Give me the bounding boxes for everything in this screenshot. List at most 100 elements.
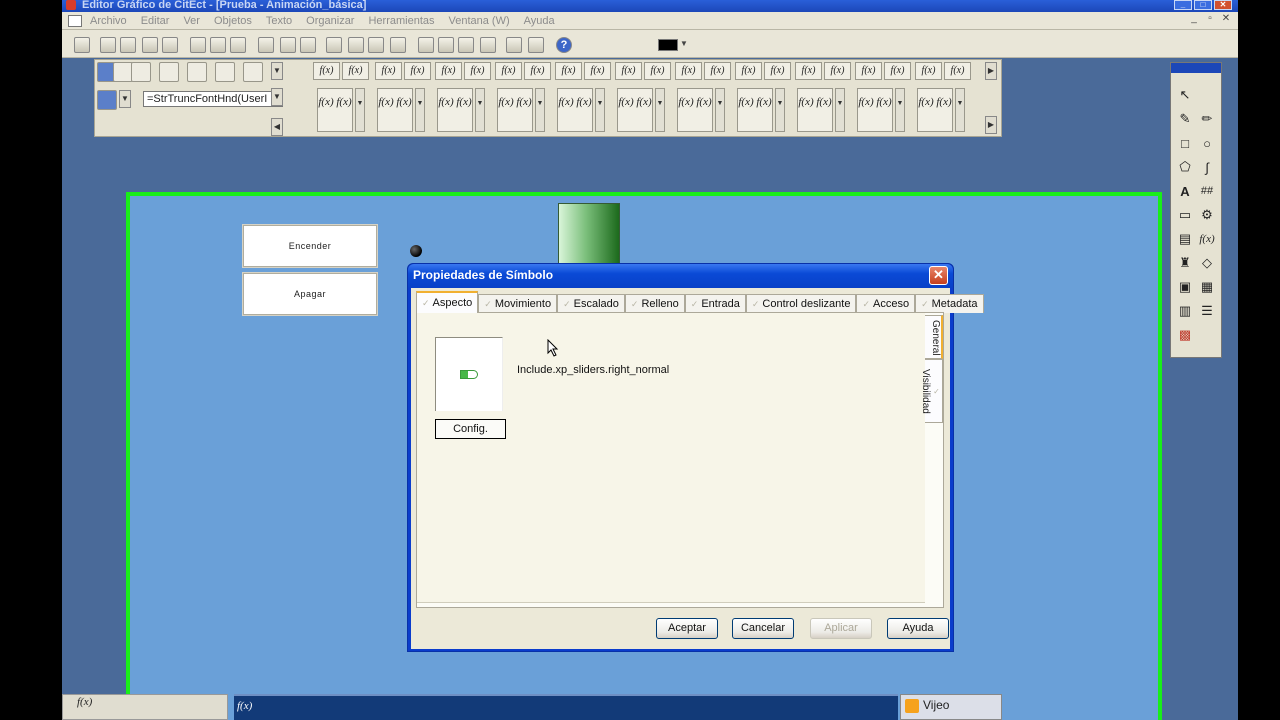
group-icon[interactable]	[418, 37, 434, 53]
tab-movimiento[interactable]: ✓ Movimiento	[478, 294, 558, 313]
image-icon[interactable]: ▦	[1196, 275, 1218, 299]
fx-group-1[interactable]: f(x) f(x)	[313, 62, 369, 80]
nav-dropdown-icon[interactable]	[113, 62, 133, 82]
properties-icon[interactable]	[162, 37, 178, 53]
document-icon[interactable]	[68, 14, 82, 27]
toolbar-dropdown-icon[interactable]: ▼	[271, 62, 283, 80]
fx-stack-5-dropdown-icon[interactable]: ▼	[595, 88, 605, 132]
function-icon[interactable]: f(x)	[1196, 227, 1218, 251]
menu-editar[interactable]: Editar	[141, 15, 170, 27]
list-icon[interactable]: ☰	[1196, 299, 1218, 323]
tab-acceso[interactable]: ✓ Acceso	[856, 294, 916, 313]
close-window-button[interactable]: ✕	[1214, 0, 1232, 10]
copy-icon[interactable]	[210, 37, 226, 53]
symbol-set-icon[interactable]: ⚙	[1196, 203, 1218, 227]
encender-button[interactable]: Encender	[242, 224, 378, 268]
scroll-left-icon[interactable]: ◀	[271, 118, 283, 136]
new-page-icon[interactable]	[74, 37, 90, 53]
doc-close-icon[interactable]: ✕	[1220, 14, 1232, 26]
expression-field[interactable]: =StrTruncFontHnd(UserI	[143, 91, 283, 107]
fx-stack-10-dropdown-icon[interactable]: ▼	[895, 88, 905, 132]
camera-icon[interactable]: ▣	[1174, 275, 1196, 299]
polygon-icon[interactable]: ⬠	[1174, 155, 1196, 179]
ungroup-icon[interactable]	[438, 37, 454, 53]
page-icon[interactable]	[348, 37, 364, 53]
menu-archivo[interactable]: Archivo	[90, 15, 127, 27]
fx-group-10[interactable]: f(x) f(x)	[855, 62, 911, 80]
dialog-close-button[interactable]: ✕	[929, 266, 948, 285]
fx-group-6[interactable]: f(x) f(x)	[615, 62, 671, 80]
menu-herramientas[interactable]: Herramientas	[368, 15, 434, 27]
paste-icon[interactable]	[230, 37, 246, 53]
fx-group-4[interactable]: f(x) f(x)	[495, 62, 551, 80]
aceptar-button[interactable]: Aceptar	[656, 618, 718, 639]
user-dropdown-icon[interactable]: ▼	[119, 90, 131, 108]
help-icon[interactable]: ?	[556, 37, 572, 53]
user-icon[interactable]	[97, 90, 117, 110]
menu-ayuda[interactable]: Ayuda	[524, 15, 555, 27]
library-icon[interactable]	[120, 37, 136, 53]
paste-symbol-icon[interactable]: ♜	[1174, 251, 1196, 275]
fx-group-8[interactable]: f(x) f(x)	[735, 62, 791, 80]
scroll-right-bottom-icon[interactable]: ▶	[985, 116, 997, 134]
table-icon[interactable]: ▥	[1174, 299, 1196, 323]
fx-stack-8[interactable]: f(x) f(x)	[737, 88, 773, 132]
doc-restore-icon[interactable]: ▫	[1204, 14, 1216, 26]
fx-stack-9[interactable]: f(x) f(x)	[797, 88, 833, 132]
minimize-button[interactable]: _	[1174, 0, 1192, 10]
fx-stack-9-dropdown-icon[interactable]: ▼	[835, 88, 845, 132]
new-document-icon[interactable]	[100, 37, 116, 53]
prev-page-icon[interactable]	[159, 62, 179, 82]
expression-dropdown-icon[interactable]: ▼	[271, 88, 283, 106]
save-icon[interactable]	[300, 37, 316, 53]
clipboard-icon[interactable]	[368, 37, 384, 53]
fx-stack-11[interactable]: f(x) f(x)	[917, 88, 953, 132]
fx-group-5[interactable]: f(x) f(x)	[555, 62, 611, 80]
fx-stack-1-dropdown-icon[interactable]: ▼	[355, 88, 365, 132]
fx-stack-5[interactable]: f(x) f(x)	[557, 88, 593, 132]
fx-stack-10[interactable]: f(x) f(x)	[857, 88, 893, 132]
indicator-light[interactable]	[410, 245, 422, 257]
rectangle-icon[interactable]: □	[1174, 131, 1196, 155]
cut-icon[interactable]	[190, 37, 206, 53]
doc-minimize-icon[interactable]: _	[1188, 14, 1200, 26]
fx-group-2[interactable]: f(x) f(x)	[375, 62, 431, 80]
maximize-button[interactable]: □	[1194, 0, 1212, 10]
fx-group-7[interactable]: f(x) f(x)	[675, 62, 731, 80]
fx-stack-4[interactable]: f(x) f(x)	[497, 88, 533, 132]
vtab-general[interactable]: General	[925, 315, 943, 359]
trend-icon[interactable]: ▤	[1174, 227, 1196, 251]
menu-ver[interactable]: Ver	[183, 15, 200, 27]
fx-stack-6[interactable]: f(x) f(x)	[617, 88, 653, 132]
fx-stack-7[interactable]: f(x) f(x)	[677, 88, 713, 132]
open-folder-icon[interactable]	[280, 37, 296, 53]
tab-escalado[interactable]: ✓ Escalado	[557, 294, 625, 313]
tab-entrada[interactable]: ✓ Entrada	[684, 294, 746, 313]
palette-title-bar[interactable]	[1171, 63, 1221, 73]
select-arrow-icon[interactable]	[131, 62, 151, 82]
fx-stack-3[interactable]: f(x) f(x)	[437, 88, 473, 132]
menu-texto[interactable]: Texto	[266, 15, 292, 27]
fx-group-9[interactable]: f(x) f(x)	[795, 62, 851, 80]
tab-relleno[interactable]: ✓ Relleno	[624, 294, 685, 313]
fx-stack-2[interactable]: f(x) f(x)	[377, 88, 413, 132]
rotate-icon[interactable]	[480, 37, 496, 53]
snap-icon[interactable]	[528, 37, 544, 53]
pipe-icon[interactable]: ∫	[1196, 155, 1218, 179]
apagar-button[interactable]: Apagar	[242, 272, 378, 316]
color-palette-icon[interactable]: ▩	[1174, 323, 1196, 347]
color-swatch[interactable]	[658, 39, 678, 51]
next-page-icon[interactable]	[187, 62, 207, 82]
tab-aspecto[interactable]: ✓ Aspecto	[416, 291, 479, 313]
number-icon[interactable]: ##	[1196, 179, 1218, 203]
vtab-visibilidad[interactable]: ✓ Visibilidad	[920, 359, 943, 423]
menu-organizar[interactable]: Organizar	[306, 15, 354, 27]
fx-stack-3-dropdown-icon[interactable]: ▼	[475, 88, 485, 132]
color-dropdown-icon[interactable]: ▼	[680, 39, 690, 51]
compile-icon[interactable]	[326, 37, 342, 53]
scroll-right-top-icon[interactable]: ▶	[985, 62, 997, 80]
aplicar-button[interactable]: Aplicar	[810, 618, 872, 639]
menu-ventana[interactable]: Ventana (W)	[449, 15, 510, 27]
bottom-fx-button[interactable]: f(x)	[237, 700, 252, 712]
grid-icon[interactable]	[506, 37, 522, 53]
